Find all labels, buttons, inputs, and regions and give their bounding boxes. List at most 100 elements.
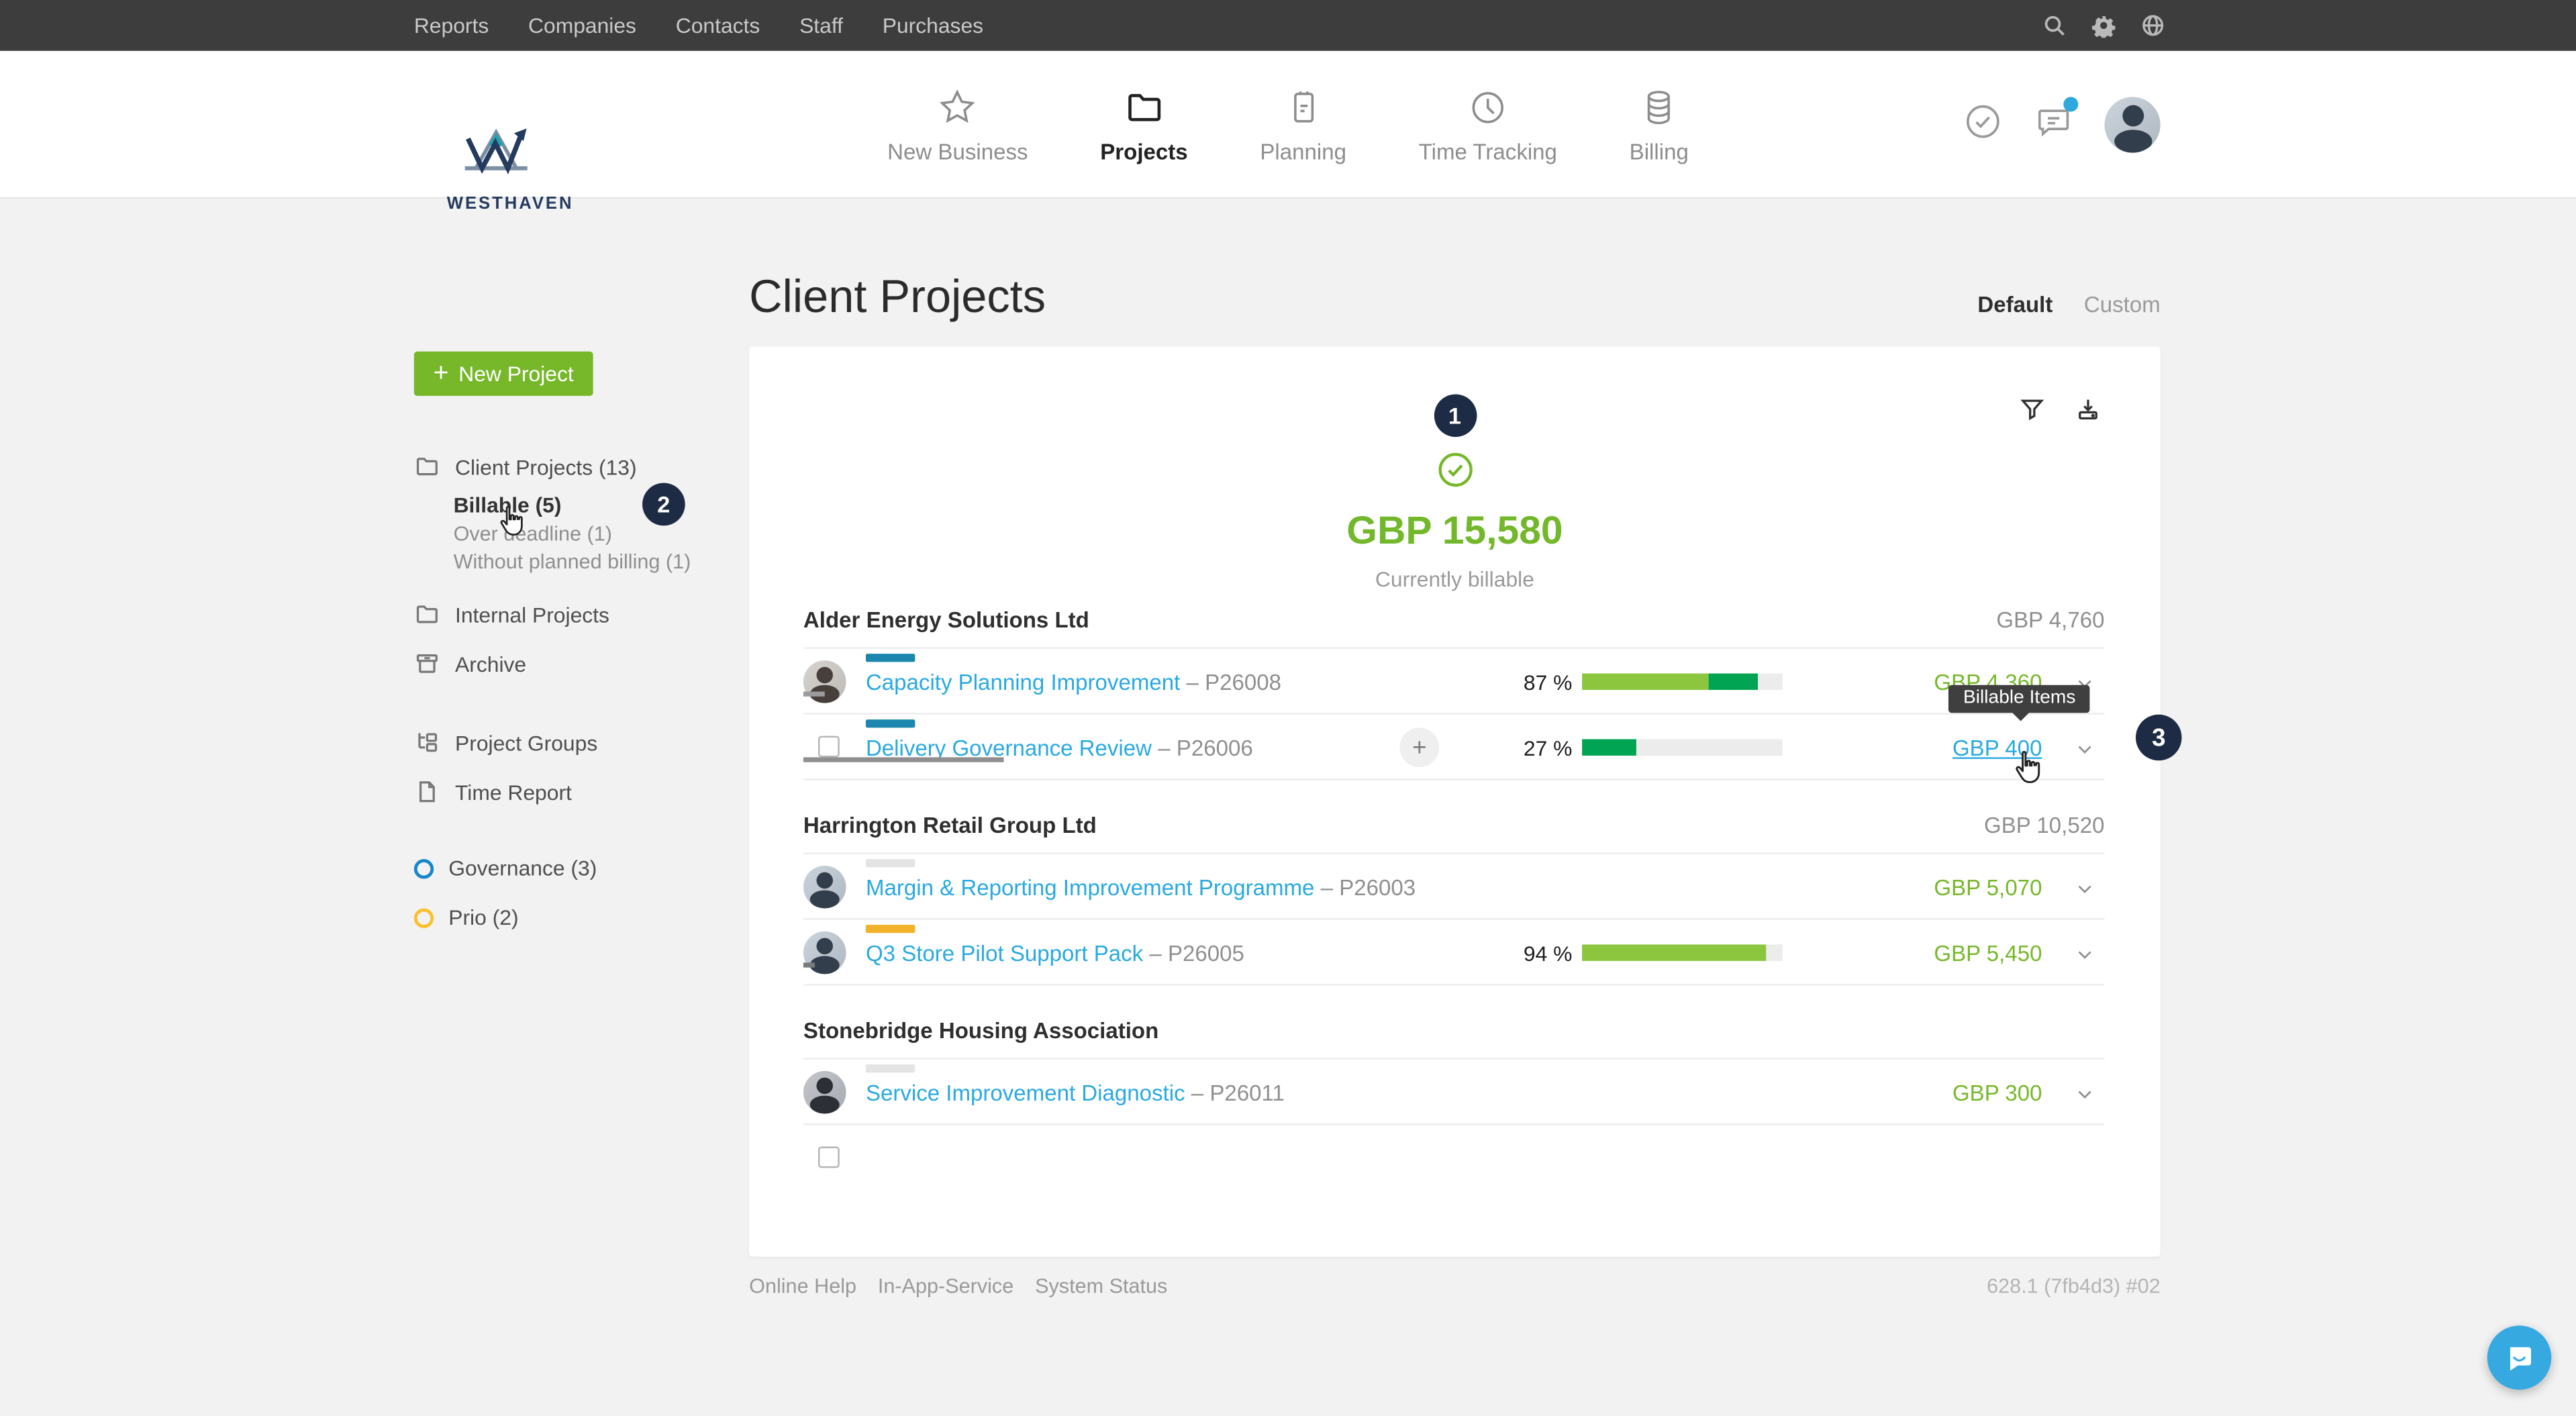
viewport: Reports Companies Contacts Staff Purchas…	[0, 0, 2576, 1416]
progress-segment	[1709, 674, 1758, 690]
avatar[interactable]	[803, 1071, 846, 1114]
project-link[interactable]: Capacity Planning Improvement	[866, 670, 1180, 695]
client-total: GBP 4,760	[1996, 608, 2104, 633]
nav-billing[interactable]: Billing	[1630, 87, 1689, 164]
billable-summary: 1 GBP 15,580 Currently billable	[749, 346, 2161, 591]
sidebar-item-internal-projects[interactable]: Internal Projects	[414, 601, 609, 627]
row-checkbox[interactable]	[818, 736, 840, 758]
menu-item-reports[interactable]: Reports	[414, 13, 489, 38]
support-chat-button[interactable]	[2487, 1325, 2551, 1389]
nav-label: Time Tracking	[1419, 139, 1557, 164]
nav-time-tracking[interactable]: Time Tracking	[1419, 87, 1557, 164]
header-right	[1963, 51, 2161, 199]
filter-over-deadline[interactable]: Over deadline (1)	[454, 522, 612, 545]
project-link[interactable]: Service Improvement Diagnostic	[866, 1081, 1185, 1106]
star-icon	[937, 87, 978, 128]
client-name: Alder Energy Solutions Ltd	[803, 608, 1089, 633]
sidebar-item-time-report[interactable]: Time Report	[414, 778, 572, 805]
user-avatar[interactable]	[2105, 97, 2161, 152]
sidebar-item-archive[interactable]: Archive	[414, 650, 526, 676]
client-group-header: Harrington Retail Group Ltd GBP 10,520	[803, 778, 2105, 852]
tag-circle-icon	[414, 907, 434, 927]
footer-link-system-status[interactable]: System Status	[1035, 1274, 1167, 1297]
menu-item-purchases[interactable]: Purchases	[883, 13, 983, 38]
row-amount: GBP 300	[1861, 1081, 2042, 1106]
menu-item-companies[interactable]: Companies	[528, 13, 636, 38]
status-chip	[866, 925, 915, 933]
project-code: – P26008	[1187, 670, 1282, 695]
project-list: Alder Energy Solutions Ltd GBP 4,760 Cap…	[749, 591, 2161, 1189]
project-link[interactable]: Q3 Store Pilot Support Pack	[866, 942, 1143, 966]
footer-link-online-help[interactable]: Online Help	[749, 1274, 856, 1297]
search-icon[interactable]	[2042, 13, 2067, 38]
check-circle-icon[interactable]	[1963, 101, 2003, 149]
cursor-hand-icon	[493, 503, 532, 550]
nav-planning[interactable]: Planning	[1260, 87, 1346, 164]
card-toolbar	[2019, 396, 2101, 430]
footer-link-in-app-service[interactable]: In-App-Service	[878, 1274, 1013, 1297]
chevron-down-icon[interactable]	[2075, 877, 2094, 907]
folder-icon	[414, 601, 440, 627]
nav-projects[interactable]: Projects	[1100, 87, 1187, 164]
row-checkbox[interactable]	[818, 1146, 840, 1168]
filter-without-planned-billing[interactable]: Without planned billing (1)	[454, 550, 691, 573]
projects-card: 1 GBP 15,580 Currently billable Alder En…	[749, 346, 2161, 1256]
top-bar-icons	[2042, 0, 2165, 51]
sidebar-item-label: Governance (3)	[448, 856, 597, 880]
clock-icon	[1467, 87, 1508, 128]
progress-bar	[1582, 739, 1783, 755]
project-code: – P26011	[1191, 1081, 1285, 1106]
billable-total: GBP 15,580	[1346, 509, 1563, 556]
main-nav: New Business Projects Planning Time Trac…	[887, 51, 1689, 199]
tooltip: Billable Items	[1948, 685, 2090, 713]
globe-icon[interactable]	[2140, 13, 2165, 38]
app-header: WESTHAVEN New Business Projects Planning…	[0, 51, 2576, 199]
sidebar-tag-prio[interactable]: Prio (2)	[414, 905, 519, 930]
select-all-row	[803, 1123, 2105, 1189]
project-row: Delivery Governance Review – P26006 + 27…	[803, 713, 2105, 778]
status-chip	[866, 859, 915, 867]
chevron-down-icon[interactable]	[2075, 943, 2094, 972]
brand-name: WESTHAVEN	[447, 194, 546, 213]
progress-segment	[1582, 674, 1708, 690]
progress-bar	[1582, 674, 1783, 690]
gear-icon[interactable]	[2091, 13, 2116, 38]
project-link[interactable]: Margin & Reporting Improvement Programme	[866, 876, 1314, 901]
budget-marker	[803, 962, 815, 967]
row-amount: GBP 5,070	[1861, 876, 2042, 901]
download-icon[interactable]	[2075, 396, 2101, 430]
project-row: Margin & Reporting Improvement Programme…	[803, 852, 2105, 918]
add-button[interactable]: +	[1399, 727, 1439, 767]
filter-icon[interactable]	[2019, 396, 2045, 430]
chevron-down-icon[interactable]	[2075, 738, 2094, 767]
menu-item-contacts[interactable]: Contacts	[676, 13, 760, 38]
sidebar-tag-governance[interactable]: Governance (3)	[414, 856, 597, 880]
chat-icon[interactable]	[2034, 101, 2073, 149]
annotation-badge-3: 3	[2136, 715, 2182, 761]
folder-icon	[414, 454, 440, 480]
avatar[interactable]	[803, 866, 846, 909]
client-group-header: Alder Energy Solutions Ltd GBP 4,760	[803, 591, 2105, 647]
brand-logo[interactable]: WESTHAVEN	[447, 120, 546, 214]
version-label: 628.1 (7fb4d3) #02	[1987, 1274, 2161, 1297]
footer-links: Online Help In-App-Service System Status	[749, 1274, 1167, 1297]
new-project-button[interactable]: + New Project	[414, 352, 593, 396]
sidebar-item-project-groups[interactable]: Project Groups	[414, 729, 597, 756]
tab-custom[interactable]: Custom	[2084, 293, 2161, 317]
nav-new-business[interactable]: New Business	[887, 87, 1028, 164]
nav-label: Projects	[1100, 139, 1187, 164]
budget-marker	[803, 691, 825, 696]
menu-item-staff[interactable]: Staff	[799, 13, 843, 38]
status-chip	[866, 719, 915, 727]
budget-marker	[803, 757, 1004, 762]
chevron-down-icon[interactable]	[2075, 1082, 2094, 1112]
sidebar-item-client-projects[interactable]: Client Projects (13)	[414, 454, 637, 480]
tab-default[interactable]: Default	[1977, 293, 2052, 317]
check-circle-icon	[1435, 450, 1475, 498]
top-bar: Reports Companies Contacts Staff Purchas…	[0, 0, 2576, 51]
annotation-badge-1: 1	[1434, 394, 1477, 437]
avatar[interactable]	[803, 660, 846, 703]
sidebar-item-label: Archive	[455, 652, 526, 676]
avatar[interactable]	[803, 931, 846, 974]
row-amount: GBP 5,450	[1861, 942, 2042, 966]
